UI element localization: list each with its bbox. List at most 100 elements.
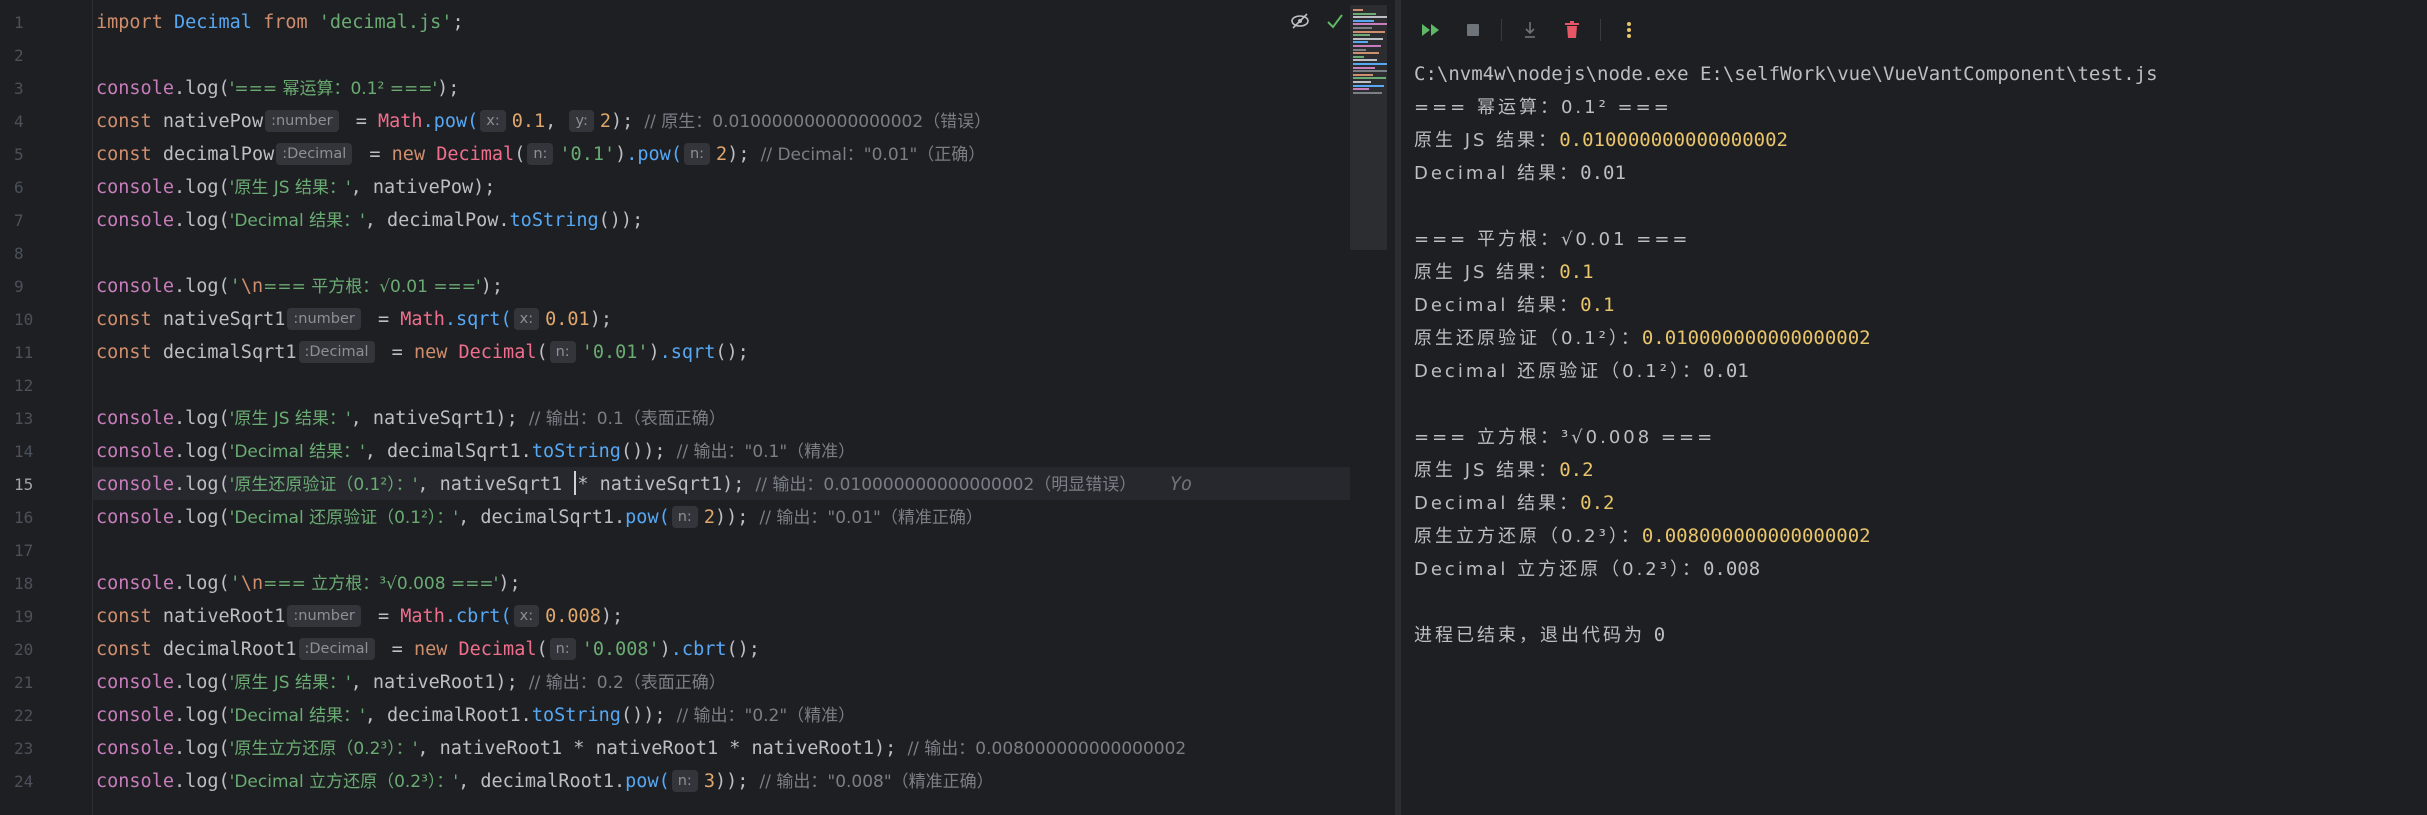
param-hint: n:	[683, 143, 711, 165]
minimap-line	[1353, 48, 1366, 51]
keyword: const	[96, 144, 152, 165]
punct: ();	[715, 342, 749, 363]
stop-button[interactable]	[1459, 16, 1487, 44]
rerun-button[interactable]	[1417, 16, 1445, 44]
code-line-10[interactable]: const nativeSqrt1:number = Math.sqrt(x: 0…	[96, 303, 612, 336]
inlay-hide-icon[interactable]	[1290, 12, 1310, 36]
minimap-line	[1353, 66, 1375, 69]
string-literal: '0.01'	[581, 342, 649, 363]
punct: .log(	[173, 441, 230, 462]
line-number[interactable]: 13	[0, 402, 54, 435]
console-label: === 平方根：√0.01 ===	[1414, 229, 1691, 250]
line-number[interactable]: 16	[0, 501, 54, 534]
line-number[interactable]: 3	[0, 72, 54, 105]
line-number[interactable]: 18	[0, 567, 54, 600]
code-line-23[interactable]: console.log('原生立方还原（0.2³）：', nativeRoot1…	[96, 732, 1186, 765]
console-value: 0.1	[1580, 294, 1615, 316]
line-number[interactable]: 6	[0, 171, 54, 204]
toolbar-separator	[1600, 19, 1601, 41]
identifier: Decimal	[458, 639, 537, 660]
minimap-line	[1353, 9, 1363, 11]
identifier: console	[96, 507, 174, 528]
code-line-11[interactable]: const decimalSqrt1:Decimal = new Decimal…	[96, 336, 749, 369]
minimap-line	[1353, 73, 1373, 76]
code-line-22[interactable]: console.log('Decimal 结果：', decimalRoot1.…	[96, 699, 855, 732]
punct: ));	[714, 771, 749, 792]
line-number[interactable]: 24	[0, 765, 54, 798]
code-text: , nativeRoot1 * nativeRoot1 * nativeRoot…	[417, 738, 897, 759]
minimap-line	[1353, 23, 1387, 26]
console-output[interactable]: C:\nvm4w\nodejs\node.exe E:\selfWork\vue…	[1414, 58, 2417, 652]
line-number[interactable]: 23	[0, 732, 54, 765]
code-line-14[interactable]: console.log('Decimal 结果：', decimalSqrt1.…	[96, 435, 855, 468]
keyword: from	[263, 12, 308, 33]
keyword: new	[413, 342, 448, 363]
code-line-16[interactable]: console.log('Decimal 还原验证（0.1²）：', decim…	[96, 501, 983, 534]
line-number[interactable]: 14	[0, 435, 54, 468]
keyword: import	[96, 12, 163, 33]
more-options-button[interactable]	[1615, 16, 1643, 44]
line-number[interactable]: 2	[0, 39, 54, 72]
check-icon[interactable]	[1326, 12, 1344, 36]
code-line-5[interactable]: const decimalPow:Decimal = new Decimal(n…	[96, 138, 985, 171]
scroll-to-end-button[interactable]	[1516, 16, 1544, 44]
console-value: 0.01	[1702, 360, 1749, 382]
code-line-15[interactable]: console.log('原生还原验证（0.1²）：', nativeSqrt1…	[96, 468, 1192, 501]
number-literal: 2	[716, 144, 728, 165]
identifier: console	[96, 672, 174, 693]
code-line-7[interactable]: console.log('Decimal 结果：', decimalPow.to…	[96, 204, 643, 237]
line-number[interactable]: 19	[0, 600, 54, 633]
line-number[interactable]: 17	[0, 534, 54, 567]
code-line-20[interactable]: const decimalRoot1:Decimal = new Decimal…	[96, 633, 760, 666]
punct: );	[480, 276, 504, 297]
line-number[interactable]: 12	[0, 369, 54, 402]
minimap-line	[1353, 55, 1364, 58]
identifier: Decimal	[436, 144, 515, 165]
method: .cbrt(	[444, 606, 512, 627]
code-area[interactable]: import Decimal from 'decimal.js'; consol…	[96, 0, 1355, 815]
line-number[interactable]: 8	[0, 237, 54, 270]
minimap-line	[1353, 77, 1386, 80]
code-editor[interactable]: 1 2 3 4 5 6 7 8 9 10 11 12 13 14 15 16 17 18 19 20 21 22 23 24 …	[0, 0, 1395, 815]
editor-scrollbar[interactable]	[1387, 0, 1395, 815]
line-number[interactable]: 4	[0, 105, 54, 138]
code-line-19[interactable]: const nativeRoot1:number = Math.cbrt(x: 0…	[96, 600, 623, 633]
console-label: 原生 JS 结果：	[1414, 262, 1560, 283]
line-number[interactable]: 10	[0, 303, 54, 336]
line-number[interactable]: 15	[0, 468, 54, 501]
code-line-1[interactable]: import Decimal from 'decimal.js';	[96, 6, 464, 39]
param-hint: x:	[513, 308, 540, 330]
scroll-to-end-icon	[1525, 22, 1535, 38]
string-literal: === 立方根：³√0.008 ==='	[263, 574, 499, 594]
string-literal: 'Decimal 立方还原（0.2³）：'	[229, 772, 459, 792]
code-line-6[interactable]: console.log('原生 JS 结果：', nativePow);	[96, 171, 495, 204]
line-number[interactable]: 21	[0, 666, 54, 699]
code-line-4[interactable]: const nativePow:number = Math.pow(x: 0.1,…	[96, 105, 991, 138]
code-line-24[interactable]: console.log('Decimal 立方还原（0.2³）：', decim…	[96, 765, 994, 798]
code-line-18[interactable]: console.log('\n=== 立方根：³√0.008 ===');	[96, 567, 521, 600]
punct: .log(	[173, 672, 230, 693]
comment: // 输出："0.008"（精准正确）	[759, 772, 994, 792]
param-hint: n:	[549, 638, 576, 660]
line-number[interactable]: 11	[0, 336, 54, 369]
line-number[interactable]: 22	[0, 699, 54, 732]
run-toolbar	[1417, 16, 1643, 44]
line-number[interactable]: 5	[0, 138, 54, 171]
code-line-9[interactable]: console.log('\n=== 平方根：√0.01 ===');	[96, 270, 503, 303]
string-literal: '	[229, 573, 241, 594]
code-line-3[interactable]: console.log('=== 幂运算：0.1² ===');	[96, 72, 459, 105]
line-number[interactable]: 1	[0, 6, 54, 39]
console-value: 0.010000000000000002	[1559, 129, 1788, 151]
code-line-13[interactable]: console.log('原生 JS 结果：', nativeSqrt1); /…	[96, 402, 726, 435]
punct: ());	[598, 210, 644, 231]
identifier: console	[96, 441, 174, 462]
code-line-21[interactable]: console.log('原生 JS 结果：', nativeRoot1); /…	[96, 666, 726, 699]
line-number[interactable]: 9	[0, 270, 54, 303]
number-literal: 0.1	[511, 111, 546, 132]
line-number[interactable]: 20	[0, 633, 54, 666]
identifier: Math	[378, 111, 423, 132]
clear-console-button[interactable]	[1558, 16, 1586, 44]
line-number[interactable]: 7	[0, 204, 54, 237]
comment: // 输出："0.01"（精准正确）	[759, 508, 983, 528]
